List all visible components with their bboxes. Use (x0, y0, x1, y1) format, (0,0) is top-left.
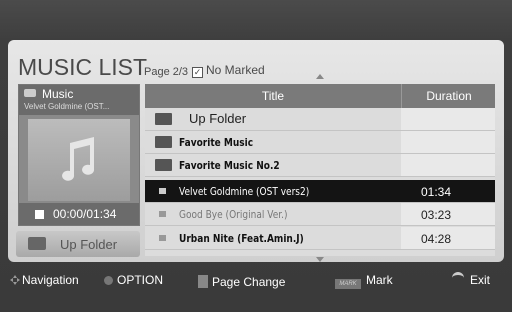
column-header-duration: Duration (401, 84, 496, 108)
preview-track-name: Velvet Goldmine (OST... (24, 102, 110, 111)
music-file-icon (159, 235, 166, 241)
preview-label: Music (42, 87, 74, 101)
folder-icon (155, 159, 172, 171)
list-item-name: Good Bye (Original Ver.) (179, 208, 288, 221)
exit-icon (452, 272, 464, 283)
playback-time: 00:00/01:34 (53, 207, 117, 221)
option-button-icon (104, 276, 113, 285)
list-item-duration: 01:34 (421, 185, 452, 199)
column-header-title: Title (261, 89, 285, 103)
mark-hint[interactable]: MARK Mark (335, 273, 393, 289)
checkbox-icon: ✓ (192, 67, 203, 78)
playback-time-bar: 00:00/01:34 (19, 203, 139, 225)
list-item-folder[interactable]: Favorite Music No.2 (145, 154, 495, 177)
list-item-name: Up Folder (189, 111, 247, 126)
remote-key-guide: Navigation OPTION Page Change MARK Mark E… (0, 266, 512, 296)
folder-icon (155, 136, 172, 148)
music-category-icon (24, 89, 36, 97)
page-change-hint[interactable]: Page Change (198, 273, 285, 289)
music-note-icon (62, 137, 95, 181)
list-item-duration: 03:23 (421, 208, 452, 222)
navigation-arrows-icon (10, 275, 20, 285)
now-playing-preview: Music Velvet Goldmine (OST... 00:00/01:3… (18, 84, 140, 226)
preview-header: Music Velvet Goldmine (OST... (19, 85, 139, 115)
music-file-list: Title Duration Up Folder Favorite Music … (145, 84, 495, 256)
marked-status-label: No Marked (206, 63, 265, 77)
list-header: Title Duration (145, 84, 495, 108)
list-item-name: Urban Nite (Feat.Amin.J) (179, 232, 304, 245)
marked-status: ✓ No Marked (192, 63, 265, 78)
scroll-down-arrow-icon[interactable] (316, 257, 324, 262)
exit-hint[interactable]: Exit (452, 272, 490, 287)
up-folder-button-label: Up Folder (60, 237, 118, 252)
list-item-music[interactable]: Good Bye (Original Ver.) 03:23 (145, 203, 495, 226)
stop-icon (35, 210, 44, 219)
page-title: MUSIC LIST (18, 54, 148, 80)
page-info: Page 2/3 (144, 66, 189, 78)
up-folder-icon (28, 237, 46, 250)
navigation-hint: Navigation (22, 273, 79, 287)
list-item-name: Favorite Music No.2 (179, 159, 280, 172)
list-item-name: Velvet Goldmine (OST vers2) (179, 185, 310, 198)
scroll-up-arrow-icon[interactable] (316, 74, 324, 79)
mark-button-icon: MARK (335, 279, 361, 289)
album-art (28, 119, 130, 201)
list-item-duration: 04:28 (421, 232, 452, 246)
music-file-icon (159, 188, 166, 194)
up-folder-icon (155, 113, 172, 125)
list-item-folder[interactable]: Favorite Music (145, 131, 495, 154)
music-file-icon (159, 211, 166, 217)
list-item-music-selected[interactable]: Velvet Goldmine (OST vers2) 01:34 (145, 180, 495, 203)
page-change-icon (198, 275, 208, 288)
list-item-music[interactable]: Urban Nite (Feat.Amin.J) 04:28 (145, 227, 495, 250)
list-item-up-folder[interactable]: Up Folder (145, 108, 495, 131)
list-item-name: Favorite Music (179, 136, 254, 149)
option-hint[interactable]: OPTION (104, 273, 163, 287)
up-folder-button[interactable]: Up Folder (16, 231, 140, 257)
